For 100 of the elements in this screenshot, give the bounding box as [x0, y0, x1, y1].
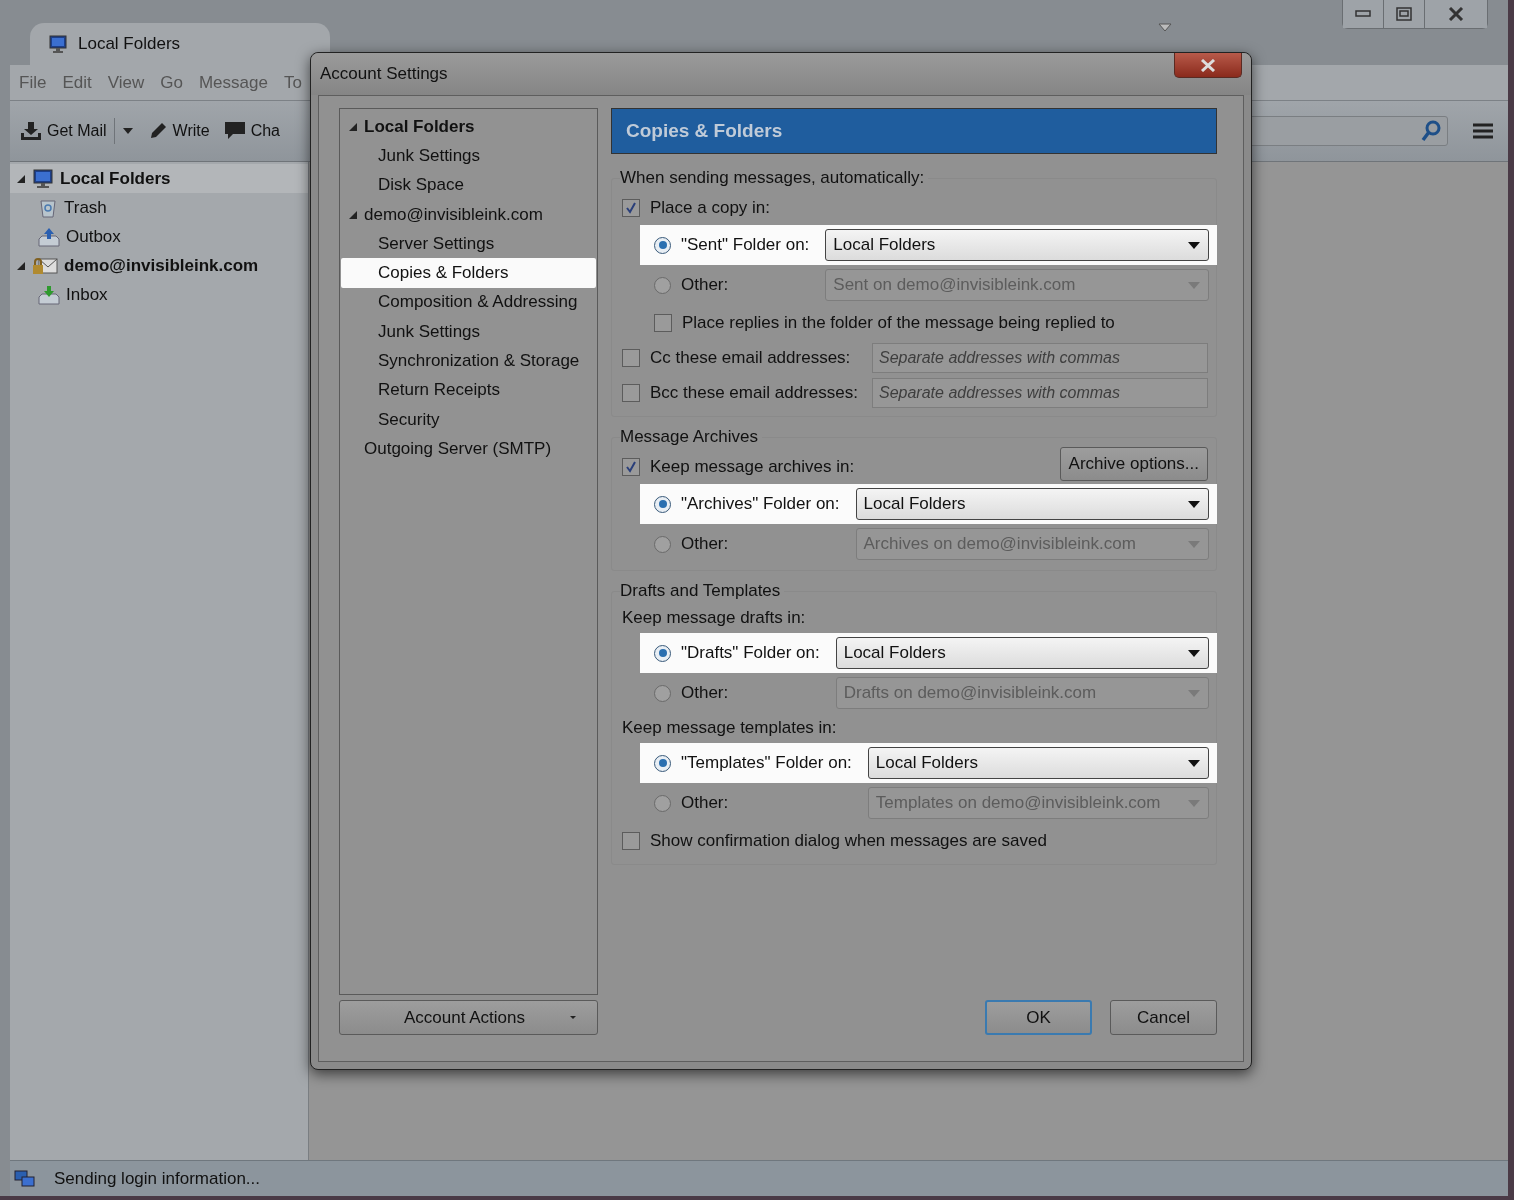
radio-button[interactable] [654, 535, 671, 553]
radio-label[interactable]: Other: [681, 534, 729, 554]
tree-item[interactable]: Local Folders [341, 112, 596, 142]
maximize-icon [1396, 7, 1412, 21]
download-icon [20, 121, 42, 141]
account-actions-button[interactable]: Account Actions [339, 1000, 598, 1035]
radio-label[interactable]: "Drafts" Folder on: [681, 643, 820, 663]
trash-icon [38, 197, 58, 218]
folder-item[interactable]: Trash [10, 193, 308, 222]
caret-icon [1188, 241, 1200, 249]
toolbar-button[interactable]: Cha [223, 121, 280, 141]
expander-icon[interactable] [16, 260, 26, 271]
checkbox[interactable] [622, 348, 640, 367]
folder-dropdown[interactable]: Local Folders [825, 229, 1209, 261]
checkbox-label[interactable]: Bcc these email addresses: [650, 382, 862, 403]
tree-item[interactable]: Synchronization & Storage [341, 346, 596, 376]
tree-item[interactable]: Outgoing Server (SMTP) [341, 434, 596, 464]
menu-item[interactable]: Message [198, 72, 268, 93]
caret-icon [1188, 281, 1200, 289]
caret-icon [1188, 689, 1200, 697]
close-button[interactable] [1174, 53, 1242, 78]
tree-item[interactable]: Security [341, 404, 596, 435]
toolbar-button[interactable]: Get Mail [20, 118, 134, 144]
group-title: Message Archives [620, 427, 759, 447]
speech-bubble-icon [223, 121, 246, 141]
computer-icon [32, 168, 54, 189]
checkbox-label[interactable]: Show confirmation dialog when messages are saved [650, 830, 1047, 851]
checkbox-label[interactable]: Cc these email addresses: [650, 347, 862, 368]
folder-item[interactable]: Outbox [10, 222, 308, 251]
radio-label[interactable]: Other: [681, 275, 729, 295]
folder-item[interactable]: demo@invisibleink.com [10, 251, 308, 280]
radio-label[interactable]: Other: [681, 683, 729, 703]
folder-dropdown[interactable]: Local Folders [835, 637, 1209, 669]
group-title: Drafts and Templates [620, 581, 782, 601]
checkbox-label[interactable]: Keep message archives in: [650, 456, 855, 477]
tree-item[interactable]: Junk Settings [341, 141, 596, 171]
maximize-button[interactable] [1384, 0, 1425, 28]
tree-item[interactable]: Composition & Addressing [341, 287, 596, 318]
tree-item[interactable]: Junk Settings [341, 317, 596, 347]
checkbox[interactable] [622, 457, 640, 476]
outbox-icon [38, 226, 60, 247]
checkbox[interactable] [654, 313, 672, 332]
expander-icon[interactable] [348, 209, 358, 220]
envelope-lock-icon [32, 255, 58, 276]
radio-label[interactable]: Other: [681, 793, 729, 813]
minimize-button[interactable] [1343, 0, 1384, 28]
expander-icon[interactable] [16, 173, 26, 184]
subheading: Keep message drafts in: [622, 607, 807, 629]
radio-button[interactable] [654, 794, 671, 812]
folder-dropdown[interactable]: Local Folders [867, 747, 1209, 779]
caret-icon [1188, 649, 1200, 657]
folder-item[interactable]: Local Folders [10, 164, 308, 193]
caret-icon[interactable] [121, 127, 134, 135]
folder-dropdown[interactable]: Local Folders [855, 488, 1209, 520]
caret-icon [1188, 540, 1200, 548]
radio-button[interactable] [654, 276, 671, 294]
tree-item[interactable]: demo@invisibleink.com [341, 199, 596, 230]
checkbox[interactable] [622, 383, 640, 402]
tree-item[interactable]: Copies & Folders [341, 258, 596, 288]
archive-options-button[interactable]: Archive options... [1059, 446, 1208, 481]
radio-label[interactable]: "Templates" Folder on: [681, 753, 852, 773]
minimize-icon [1355, 10, 1371, 18]
dialog-button[interactable]: OK [985, 1000, 1092, 1035]
caret-icon [1188, 799, 1200, 807]
tree-item[interactable]: Disk Space [341, 170, 596, 200]
status-text: Sending login information... [54, 1168, 261, 1189]
inbox-icon [38, 284, 60, 305]
dialog-title: Account Settings [320, 64, 449, 84]
folder-tab[interactable]: Local Folders [30, 23, 330, 65]
menu-item[interactable]: File [19, 72, 47, 93]
checkbox[interactable] [622, 831, 640, 850]
menu-item[interactable]: Edit [62, 72, 92, 93]
checkbox-label[interactable]: Place a copy in: [650, 197, 770, 218]
checkbox[interactable] [622, 198, 640, 217]
tree-item[interactable]: Return Receipts [341, 375, 596, 405]
tree-item[interactable]: Server Settings [341, 229, 596, 259]
radio-button[interactable] [654, 236, 671, 254]
radio-button[interactable] [654, 684, 671, 702]
folder-item[interactable]: Inbox [10, 280, 308, 309]
dialog-button[interactable]: Cancel [1110, 1000, 1217, 1035]
expander-icon[interactable] [348, 121, 358, 132]
toolbar-button[interactable]: Write [147, 121, 210, 141]
close-icon [1200, 58, 1216, 72]
menu-item[interactable]: To [283, 72, 302, 93]
menu-icon[interactable] [1472, 122, 1494, 140]
radio-button[interactable] [654, 495, 671, 513]
close-button[interactable] [1425, 0, 1487, 28]
panel-header: Copies & Folders [611, 108, 1217, 154]
network-icon [14, 1169, 36, 1188]
checkbox-label[interactable]: Place replies in the folder of the message being replied to [682, 312, 1115, 333]
radio-button[interactable] [654, 644, 671, 662]
menu-item[interactable]: View [107, 72, 145, 93]
subheading: Keep message templates in: [622, 717, 838, 739]
caret-icon[interactable] [1158, 22, 1172, 33]
radio-label[interactable]: "Sent" Folder on: [681, 235, 810, 255]
caret-icon [1188, 500, 1200, 508]
radio-button[interactable] [654, 754, 671, 772]
radio-label[interactable]: "Archives" Folder on: [681, 494, 840, 514]
menu-item[interactable]: Go [160, 72, 183, 93]
close-icon [1448, 7, 1464, 21]
